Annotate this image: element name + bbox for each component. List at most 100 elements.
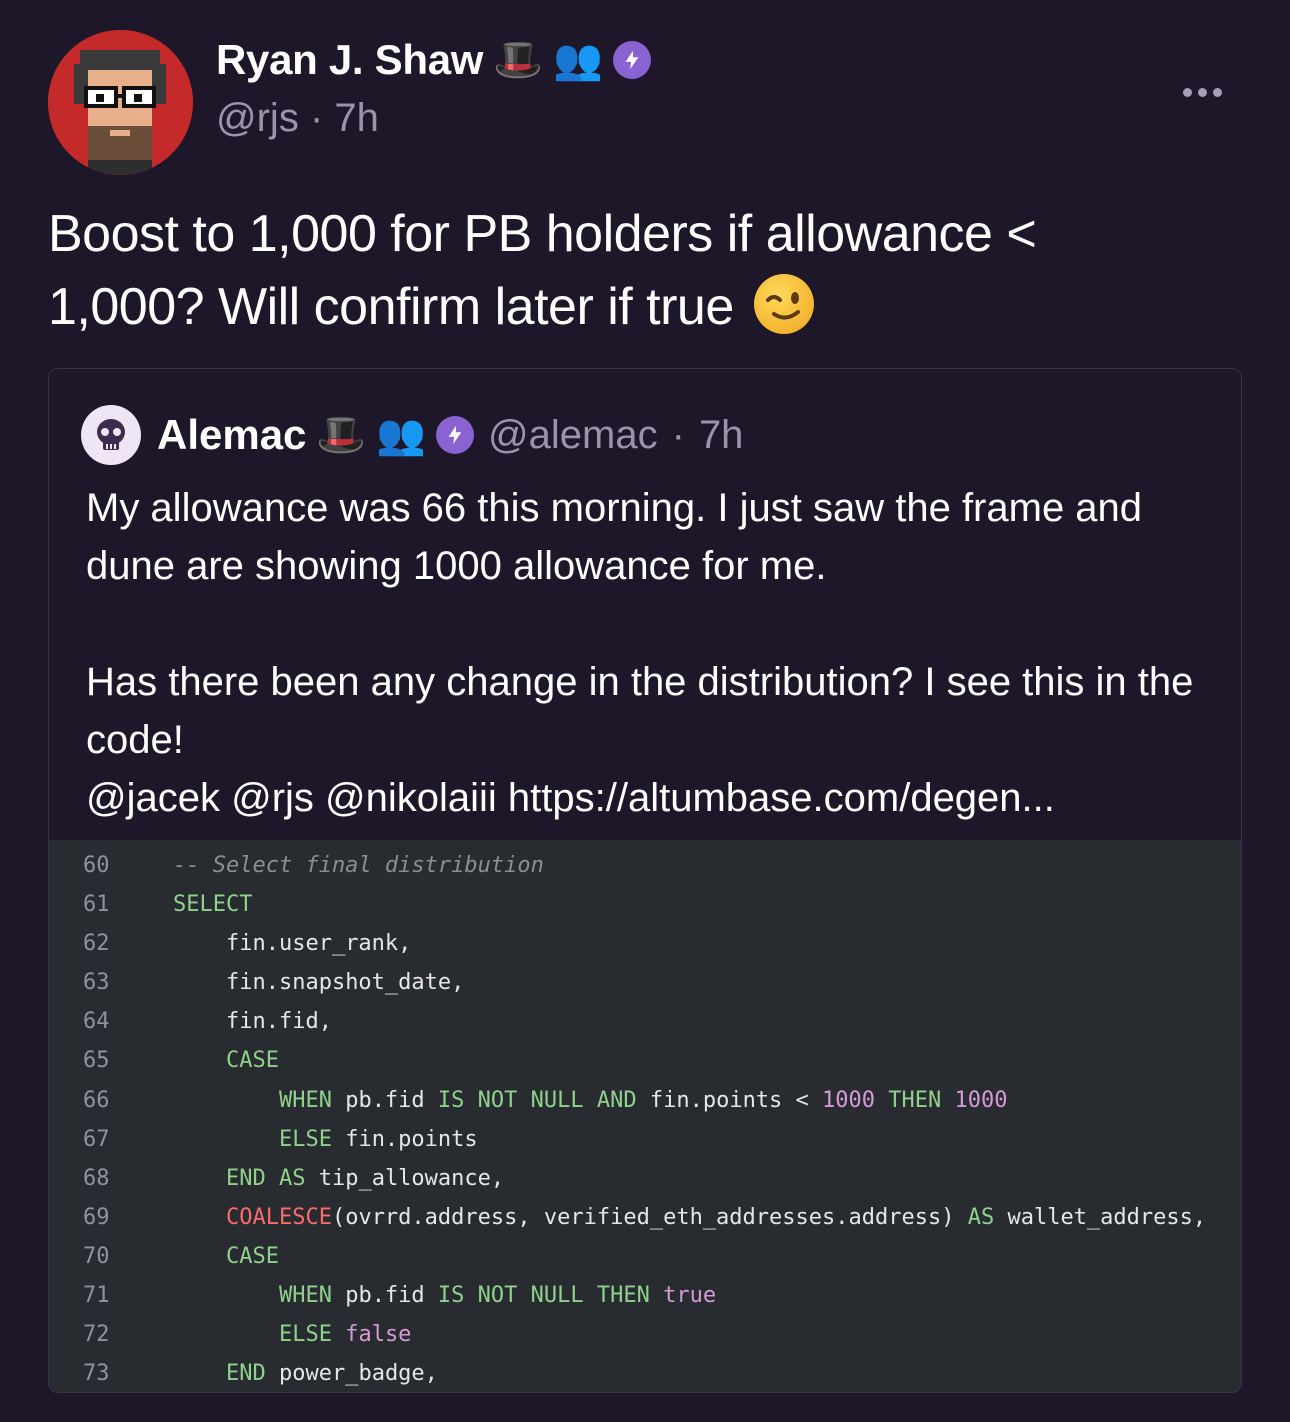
code-text: SELECT	[173, 885, 252, 924]
code-line: 65 CASE	[49, 1041, 1241, 1080]
code-token: false	[345, 1322, 412, 1348]
code-token: END	[225, 1361, 266, 1387]
people-icon: 👥	[552, 38, 603, 82]
code-text: fin.user_rank,	[173, 924, 411, 963]
code-token: pb.fid	[331, 1087, 438, 1113]
line-number: 63	[83, 970, 110, 996]
more-options-icon[interactable]	[1183, 88, 1222, 97]
line-number: 73	[83, 1361, 110, 1387]
winking-face-emoji	[753, 274, 814, 334]
code-line: 61 SELECT	[49, 885, 1241, 924]
code-token: fin.snapshot_date,	[225, 970, 465, 996]
code-text: COALESCE(ovrrd.address, verified_eth_add…	[173, 1198, 1206, 1237]
line-number: 65	[83, 1048, 110, 1074]
line-number: 71	[83, 1283, 110, 1309]
meta-separator: ·	[671, 412, 685, 457]
quote-text: My allowance was 66 this morning. I just…	[86, 486, 1194, 820]
author-display-name[interactable]: Ryan J. Shaw	[216, 36, 483, 84]
code-text: CASE	[173, 1041, 279, 1080]
power-badge-icon	[612, 41, 651, 79]
code-token: IS NOT NULL THEN	[437, 1283, 650, 1309]
code-token: fin.fid,	[225, 1009, 332, 1035]
quote-handle[interactable]: @alemac	[488, 413, 658, 458]
author-meta: @rjs · 7h	[216, 96, 379, 141]
line-number: 64	[83, 1009, 110, 1035]
code-token: power_badge,	[265, 1361, 438, 1387]
author-handle[interactable]: @rjs	[216, 96, 299, 140]
code-token: IS NOT NULL AND	[437, 1087, 637, 1113]
cast-text-main: Boost to 1,000 for PB holders if allowan…	[48, 205, 1037, 336]
line-number: 61	[83, 892, 110, 918]
code-token: AS	[967, 1204, 995, 1230]
code-line: 64 fin.fid,	[49, 1002, 1241, 1041]
top-hat-icon: 🎩	[316, 413, 367, 457]
code-token: SELECT	[173, 892, 253, 918]
code-text: ELSE fin.points	[173, 1120, 478, 1159]
author-avatar[interactable]	[48, 30, 193, 175]
code-text: CASE	[173, 1237, 279, 1276]
code-token: CASE	[225, 1243, 279, 1269]
code-token: ELSE	[278, 1322, 332, 1348]
code-line: 72 ELSE false	[49, 1315, 1241, 1354]
quote-time: 7h	[698, 412, 744, 457]
line-number: 68	[83, 1165, 110, 1191]
quote-avatar[interactable]	[81, 405, 141, 465]
power-badge-icon	[436, 416, 475, 454]
code-token: true	[663, 1283, 717, 1309]
cast-time: 7h	[334, 96, 379, 140]
code-line: 73 END power_badge,	[49, 1354, 1241, 1392]
code-token: WHEN	[278, 1283, 332, 1309]
code-text: fin.fid,	[173, 1002, 332, 1041]
code-text: END AS tip_allowance,	[173, 1159, 504, 1198]
code-token: 1000	[954, 1087, 1008, 1113]
code-token: THEN	[888, 1087, 942, 1113]
code-line: 68 END AS tip_allowance,	[49, 1159, 1241, 1198]
cast-header: Ryan J. Shaw 🎩 👥 @rjs · 7h	[48, 30, 1242, 175]
top-hat-icon: 🎩	[493, 38, 543, 82]
skull-icon	[97, 419, 125, 450]
code-image[interactable]: 60 -- Select final distribution 61 SELECT 62…	[49, 840, 1241, 1392]
line-number: 66	[83, 1087, 110, 1113]
code-line: 71 WHEN pb.fid IS NOT NULL THEN true	[49, 1276, 1241, 1315]
code-token: tip_allowance,	[305, 1165, 505, 1191]
code-line: 62 fin.user_rank,	[49, 924, 1241, 963]
quote-header: Alemac 🎩 👥 @alemac · 7h	[81, 405, 743, 465]
code-text: -- Select final distribution	[173, 846, 544, 885]
code-token: ELSE	[278, 1126, 332, 1152]
code-token: fin.user_rank,	[225, 931, 412, 957]
code-token: COALESCE	[225, 1204, 332, 1230]
line-number: 70	[83, 1243, 110, 1269]
quote-display-name[interactable]: Alemac	[157, 411, 306, 459]
cast-text: Boost to 1,000 for PB holders if allowan…	[48, 198, 1198, 344]
code-token: fin.points	[331, 1126, 478, 1152]
line-number: 62	[83, 931, 110, 957]
line-number: 72	[83, 1322, 110, 1348]
code-line: 63 fin.snapshot_date,	[49, 963, 1241, 1002]
code-token: (ovrrd.address, verified_eth_addresses.a…	[331, 1204, 968, 1230]
code-text: END power_badge,	[173, 1354, 438, 1392]
code-line: 69 COALESCE(ovrrd.address, verified_eth_…	[49, 1198, 1241, 1237]
code-text: ELSE false	[173, 1315, 411, 1354]
code-token: fin.points <	[636, 1087, 823, 1113]
code-text: WHEN pb.fid IS NOT NULL THEN true	[173, 1276, 716, 1315]
line-number: 60	[83, 853, 110, 878]
code-token: wallet_address,	[994, 1204, 1207, 1230]
meta-separator: ·	[309, 96, 324, 140]
code-text: WHEN pb.fid IS NOT NULL AND fin.points <…	[173, 1081, 1008, 1120]
line-number: 69	[83, 1204, 110, 1230]
quoted-cast[interactable]: Alemac 🎩 👥 @alemac · 7h My allowance was…	[48, 368, 1242, 1393]
code-token: -- Select final distribution	[173, 853, 544, 878]
line-number: 67	[83, 1126, 110, 1152]
code-token: WHEN	[278, 1087, 332, 1113]
code-token: pb.fid	[331, 1283, 438, 1309]
code-text: fin.snapshot_date,	[173, 963, 464, 1002]
code-token: CASE	[225, 1048, 279, 1074]
code-line: 70 CASE	[49, 1237, 1241, 1276]
people-icon: 👥	[376, 413, 427, 457]
code-line: 67 ELSE fin.points	[49, 1120, 1241, 1159]
code-line: 60 -- Select final distribution	[49, 846, 1241, 885]
code-token: 1000	[822, 1087, 876, 1113]
